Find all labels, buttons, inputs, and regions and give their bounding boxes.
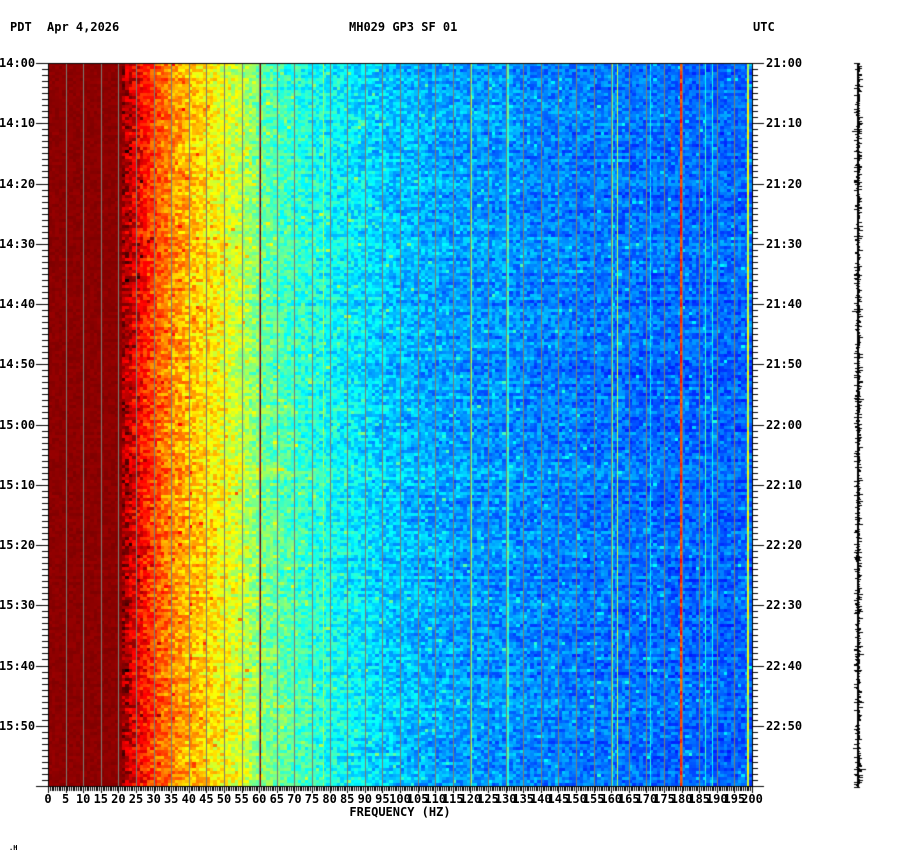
timezone-right-label: UTC [753, 20, 775, 34]
footer-mark: .H [9, 844, 18, 852]
right-time-label: 21:00 [766, 56, 803, 70]
left-time-label: 15:10 [0, 477, 36, 492]
left-time-label: 14:00 [0, 56, 36, 70]
date-label: Apr 4,2026 [47, 20, 120, 34]
right-time-label: 22:10 [766, 477, 803, 492]
left-time-label: 15:50 [0, 718, 36, 733]
right-time-label: 22:50 [766, 718, 803, 733]
right-time-label: 21:20 [766, 176, 803, 191]
left-time-label: 15:20 [0, 538, 36, 552]
right-time-label: 22:20 [766, 538, 803, 552]
left-time-label: 15:30 [0, 598, 36, 613]
spectrogram-page: PDT Apr 4,2026 MH029 GP3 SF 01 UTC 14:00… [0, 0, 902, 864]
right-time-label: 22:00 [766, 417, 803, 432]
left-time-label: 15:00 [0, 417, 36, 432]
left-time-label: 14:40 [0, 297, 36, 311]
right-time-label: 21:50 [766, 357, 803, 372]
left-time-label: 14:50 [0, 357, 36, 372]
right-time-label: 22:40 [766, 658, 803, 673]
right-time-label: 22:30 [766, 598, 803, 613]
left-time-label: 14:20 [0, 176, 36, 191]
right-time-label: 21:30 [766, 236, 803, 251]
freq-tick-label: 200 [741, 792, 763, 806]
frequency-axis-title: FREQUENCY (HZ) [349, 805, 451, 819]
station-title: MH029 GP3 SF 01 [349, 20, 458, 34]
right-time-label: 21:40 [766, 297, 803, 311]
left-time-label: 14:30 [0, 236, 36, 251]
right-time-label: 21:10 [766, 116, 803, 131]
left-time-label: 15:40 [0, 658, 36, 673]
timezone-left-label: PDT [10, 20, 32, 34]
left-time-label: 14:10 [0, 116, 36, 131]
